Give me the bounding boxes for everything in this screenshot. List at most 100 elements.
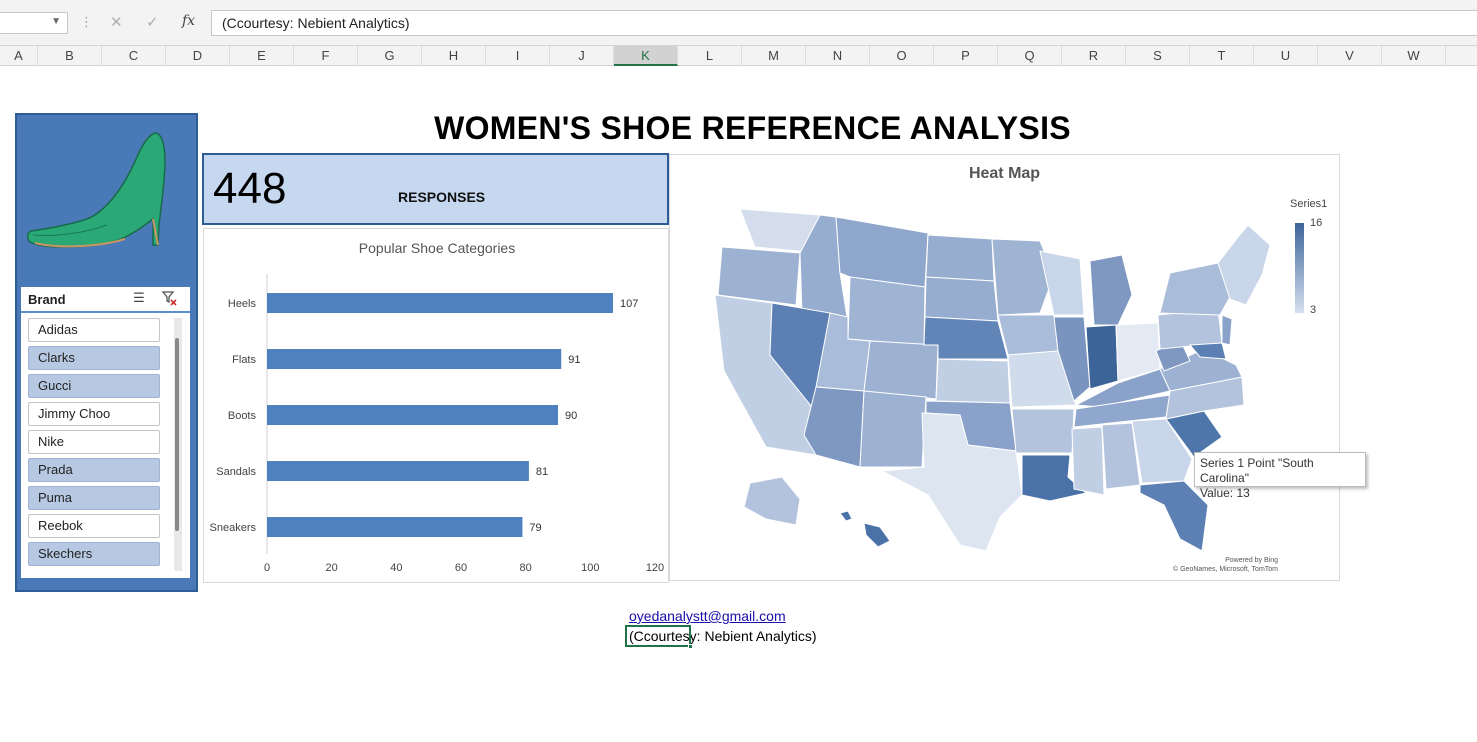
slicer-item-prada[interactable]: Prada [28, 458, 160, 482]
slicer-item-clarks[interactable]: Clarks [28, 346, 160, 370]
column-header-m[interactable]: M [742, 46, 806, 66]
column-header-v[interactable]: V [1318, 46, 1382, 66]
chart-title: Popular Shoe Categories [359, 240, 515, 256]
map-region-oregon [717, 246, 801, 306]
map-region-colorado [863, 340, 939, 400]
column-header-w[interactable]: W [1382, 46, 1446, 66]
column-header-o[interactable]: O [870, 46, 934, 66]
column-header-t[interactable]: T [1190, 46, 1254, 66]
column-header-r[interactable]: R [1062, 46, 1126, 66]
slicer-item-skechers[interactable]: Skechers [28, 542, 160, 566]
map-region-kansas [935, 358, 1011, 404]
map-credit-line1: Powered by Bing [1225, 557, 1278, 564]
column-header-u[interactable]: U [1254, 46, 1318, 66]
category-label: Sneakers [210, 522, 257, 534]
column-header-d[interactable]: D [166, 46, 230, 66]
tooltip-point: Series 1 Point "South Carolina" [1200, 456, 1314, 485]
legend-max-value: 16 [1310, 217, 1323, 229]
map-region-wyoming [847, 276, 926, 346]
map-region-new-jersey [1221, 314, 1233, 346]
column-header-f[interactable]: F [294, 46, 358, 66]
bar [267, 517, 523, 537]
slicer-scrollbar[interactable] [174, 318, 182, 571]
chevron-down-icon[interactable]: ▼ [51, 16, 61, 27]
map-region-michigan [1089, 254, 1133, 326]
data-label: 81 [536, 466, 548, 478]
map-credit-line2: © GeoNames, Microsoft, TomTom [1173, 566, 1278, 573]
check-icon[interactable]: ✓ [146, 13, 159, 31]
heat-map-title: Heat Map [968, 165, 1041, 182]
column-header-l[interactable]: L [678, 46, 742, 66]
x-tick-label: 0 [264, 562, 270, 574]
fill-handle[interactable] [688, 644, 693, 649]
insert-function-icon[interactable]: fx [182, 13, 195, 29]
email-link[interactable]: oyedanalystt@gmail.com [629, 608, 786, 624]
map-region-wisconsin [1039, 250, 1085, 316]
category-label: Heels [228, 298, 257, 310]
slicer-item-puma[interactable]: Puma [28, 486, 160, 510]
brand-panel: Brand ☰ Adidas Clarks Gucci Jimmy Choo Nike P… [15, 113, 198, 592]
legend-color-scale [1295, 223, 1304, 313]
slicer-item-adidas[interactable]: Adidas [28, 318, 160, 342]
clear-filter-icon[interactable] [160, 290, 178, 308]
slicer-item-nike[interactable]: Nike [28, 430, 160, 454]
dashboard-title: WOMEN'S SHOE REFERENCE ANALYSIS [434, 110, 1071, 146]
x-tick-label: 20 [326, 562, 338, 574]
column-headers: ABCDEFGHIJKLMNOPQRSTUVW [0, 46, 1477, 66]
category-label: Sandals [216, 466, 256, 478]
column-header-e[interactable]: E [230, 46, 294, 66]
map-region-hawaii [839, 510, 891, 548]
x-tick-label: 40 [390, 562, 402, 574]
slicer-header: Brand ☰ [21, 287, 190, 313]
us-map-svg [714, 208, 1271, 552]
column-header-i[interactable]: I [486, 46, 550, 66]
column-header-h[interactable]: H [422, 46, 486, 66]
map-region-alaska [743, 476, 801, 526]
map-credit: Powered by Bing © GeoNames, Microsoft, T… [1140, 556, 1278, 574]
tooltip-value: Value: 13 [1200, 486, 1250, 500]
column-header-b[interactable]: B [38, 46, 102, 66]
multi-select-icon[interactable]: ☰ [130, 290, 148, 308]
map-region-arkansas [1011, 408, 1075, 454]
slicer-item-jimmy-choo[interactable]: Jimmy Choo [28, 402, 160, 426]
bar [267, 405, 558, 425]
responses-kpi-card: 448 RESPONSES [202, 153, 669, 225]
column-header-g[interactable]: G [358, 46, 422, 66]
x-tick-label: 80 [520, 562, 532, 574]
map-region-new-mexico [859, 390, 927, 468]
active-cell-selection[interactable] [625, 625, 693, 649]
close-icon[interactable]: ✕ [110, 13, 123, 31]
formula-input[interactable]: (Ccourtesy: Nebient Analytics) [211, 10, 1477, 36]
slicer-title: Brand [28, 292, 66, 307]
column-header-c[interactable]: C [102, 46, 166, 66]
slicer-item-gucci[interactable]: Gucci [28, 374, 160, 398]
formula-bar: ▼ ⋮ ✕ ✓ fx (Ccourtesy: Nebient Analytics… [0, 0, 1477, 46]
map-region-north-dakota [925, 234, 995, 282]
legend-min-value: 3 [1310, 304, 1317, 316]
column-header-s[interactable]: S [1126, 46, 1190, 66]
x-tick-label: 60 [455, 562, 467, 574]
column-header-p[interactable]: P [934, 46, 998, 66]
responses-label: RESPONSES [398, 189, 486, 205]
column-header-a[interactable]: A [0, 46, 38, 66]
map-region-minnesota [991, 238, 1055, 316]
map-region-indiana [1085, 324, 1119, 390]
map-region-florida [1139, 480, 1209, 552]
category-label: Boots [228, 410, 257, 422]
data-label: 90 [565, 410, 577, 422]
x-tick-label: 100 [581, 562, 599, 574]
column-header-j[interactable]: J [550, 46, 614, 66]
data-label: 79 [529, 522, 541, 534]
shoe-categories-chart[interactable]: Popular Shoe Categories Heels 107 Flats 91 Bo… [203, 228, 669, 583]
column-header-q[interactable]: Q [998, 46, 1062, 66]
map-region-mississippi [1071, 426, 1105, 496]
slicer-item-reebok[interactable]: Reebok [28, 514, 160, 538]
bar-chart-svg: Popular Shoe Categories Heels 107 Flats 91 Bo… [210, 240, 665, 574]
column-header-k[interactable]: K [614, 46, 678, 66]
heat-map-chart[interactable]: Heat Map Series1 16 3 Powered by Bing © … [669, 154, 1366, 581]
slicer-scroll-thumb[interactable] [175, 338, 179, 531]
data-label: 91 [568, 354, 580, 366]
bar [267, 349, 562, 369]
name-box[interactable]: ▼ [0, 12, 68, 34]
column-header-n[interactable]: N [806, 46, 870, 66]
